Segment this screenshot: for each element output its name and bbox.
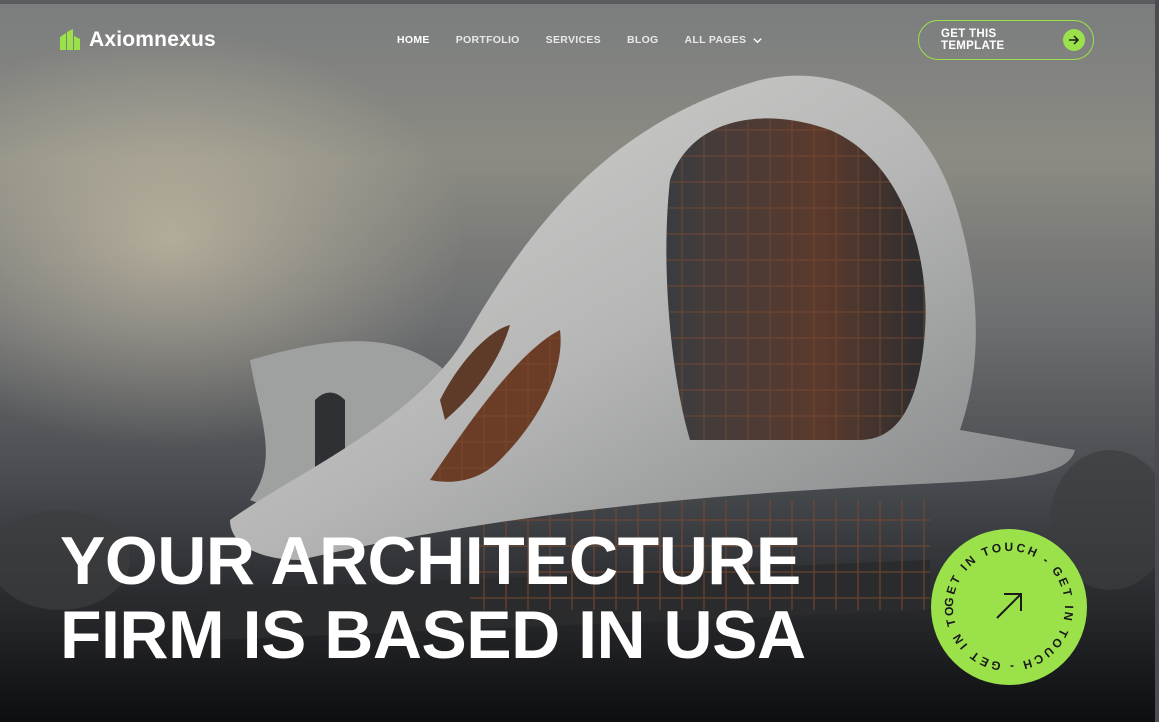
nav-item-all-pages-label: ALL PAGES	[684, 34, 747, 46]
nav-item-blog[interactable]: BLOG	[627, 34, 659, 46]
hero-headline-line1: YOUR ARCHITECTURE	[60, 523, 801, 599]
frame-right-border	[1155, 0, 1159, 722]
frame-top-border	[0, 0, 1159, 4]
get-template-label: GET THIS TEMPLATE	[941, 28, 1005, 52]
arrow-right-icon	[1063, 29, 1085, 51]
get-template-button[interactable]: GET THIS TEMPLATE	[918, 20, 1094, 60]
nav-item-all-pages[interactable]: ALL PAGES	[685, 34, 764, 46]
get-in-touch-badge[interactable]: GET IN TOUCH - GET IN TOUCH - GET IN TOU…	[930, 528, 1088, 686]
brand-name: Axiomnexus	[89, 28, 216, 51]
nav-item-home[interactable]: HOME	[397, 34, 430, 46]
nav-item-services[interactable]: SERVICES	[546, 34, 601, 46]
brand-logo[interactable]: Axiomnexus	[59, 28, 216, 52]
hero-headline-line2: FIRM IS BASED IN USA	[60, 597, 806, 673]
chevron-down-icon	[753, 37, 762, 43]
hero-section: Axiomnexus HOME PORTFOLIO SERVICES BLOG …	[0, 0, 1159, 722]
main-nav: HOME PORTFOLIO SERVICES BLOG ALL PAGES	[397, 34, 763, 46]
logo-icon	[60, 29, 80, 50]
hero-headline: YOUR ARCHITECTURE FIRM IS BASED IN USA	[60, 524, 806, 672]
nav-item-portfolio[interactable]: PORTFOLIO	[456, 34, 520, 46]
